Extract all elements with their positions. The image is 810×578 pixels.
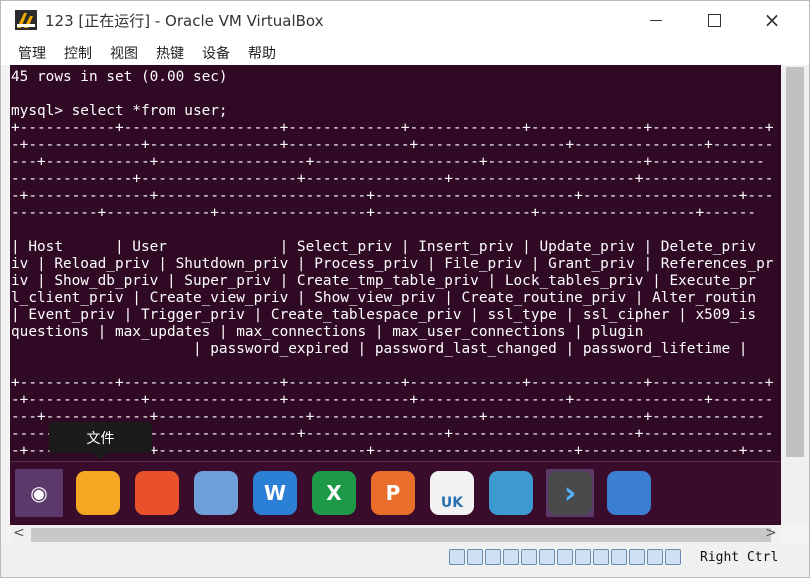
ubuntu-icon-face: ◉: [17, 471, 61, 515]
scroll-right-arrow[interactable]: >: [765, 525, 777, 541]
maximize-button[interactable]: [685, 1, 743, 39]
impress-icon-face: P: [371, 471, 415, 515]
firefox-icon-face: [135, 471, 179, 515]
firefox-icon[interactable]: [133, 469, 181, 517]
calc-icon-face: X: [312, 471, 356, 515]
status-device-icon[interactable]: [539, 549, 555, 565]
menu-control[interactable]: 控制: [64, 43, 92, 63]
menu-bar: 管理 控制 视图 热键 设备 帮助: [1, 39, 809, 65]
menu-devices[interactable]: 设备: [202, 43, 230, 63]
status-device-icon[interactable]: [611, 549, 627, 565]
terminal-output[interactable]: 45 rows in set (0.00 sec) mysql> select …: [11, 69, 773, 460]
ubuntu-icon[interactable]: ◉: [15, 469, 63, 517]
status-device-icon[interactable]: [521, 549, 537, 565]
vm-display[interactable]: 45 rows in set (0.00 sec) mysql> select …: [10, 65, 781, 525]
host-key-label: Right Ctrl: [700, 550, 779, 565]
status-device-icon[interactable]: [467, 549, 483, 565]
close-button[interactable]: ×: [743, 1, 801, 39]
status-device-icon[interactable]: [665, 549, 681, 565]
title-bar[interactable]: 123 [正在运行] - Oracle VM VirtualBox ×: [1, 1, 809, 39]
minimize-icon: [650, 19, 662, 21]
status-indicator-group: [449, 549, 681, 567]
vm-system-icon-face: [489, 471, 533, 515]
writer-icon-face: W: [253, 471, 297, 515]
writer-icon[interactable]: W: [251, 469, 299, 517]
app-grid-icon[interactable]: [605, 469, 653, 517]
impress-icon[interactable]: P: [369, 469, 417, 517]
status-device-icon[interactable]: [575, 549, 591, 565]
minimize-button[interactable]: [627, 1, 685, 39]
horizontal-scroll-thumb[interactable]: [31, 528, 771, 542]
close-icon: ×: [763, 8, 781, 32]
scroll-left-arrow[interactable]: <: [13, 525, 25, 541]
status-device-icon[interactable]: [557, 549, 573, 565]
chromium-icon-face: [194, 471, 238, 515]
status-device-icon[interactable]: [485, 549, 501, 565]
software-center-icon-face: UK: [430, 471, 474, 515]
vm-system-icon[interactable]: [487, 469, 535, 517]
terminal-icon[interactable]: ›: [546, 469, 594, 517]
chromium-icon[interactable]: [192, 469, 240, 517]
virtualbox-window: 123 [正在运行] - Oracle VM VirtualBox × 管理 控…: [0, 0, 810, 578]
files-folder-icon[interactable]: [74, 469, 122, 517]
menu-manage[interactable]: 管理: [18, 43, 46, 63]
terminal-icon-face: ›: [548, 471, 592, 515]
window-title: 123 [正在运行] - Oracle VM VirtualBox: [45, 12, 324, 30]
status-device-icon[interactable]: [503, 549, 519, 565]
files-folder-icon-face: [76, 471, 120, 515]
calc-icon[interactable]: X: [310, 469, 358, 517]
menu-view[interactable]: 视图: [110, 43, 138, 63]
menu-help[interactable]: 帮助: [248, 43, 276, 63]
status-device-icon[interactable]: [449, 549, 465, 565]
virtualbox-app-icon: [15, 10, 37, 30]
maximize-icon: [707, 13, 721, 27]
dock-tooltip: 文件: [49, 422, 152, 453]
ubuntu-launcher-dock: ◉ W X P UK ›: [10, 461, 781, 524]
vertical-scroll-thumb[interactable]: [786, 67, 804, 457]
status-device-icon[interactable]: [647, 549, 663, 565]
status-bar: [1, 545, 809, 577]
software-center-icon[interactable]: UK: [428, 469, 476, 517]
tooltip-arrow: [93, 453, 107, 460]
menu-hotkey[interactable]: 热键: [156, 43, 184, 63]
app-grid-icon-face: [607, 471, 651, 515]
status-device-icon[interactable]: [593, 549, 609, 565]
status-device-icon[interactable]: [629, 549, 645, 565]
